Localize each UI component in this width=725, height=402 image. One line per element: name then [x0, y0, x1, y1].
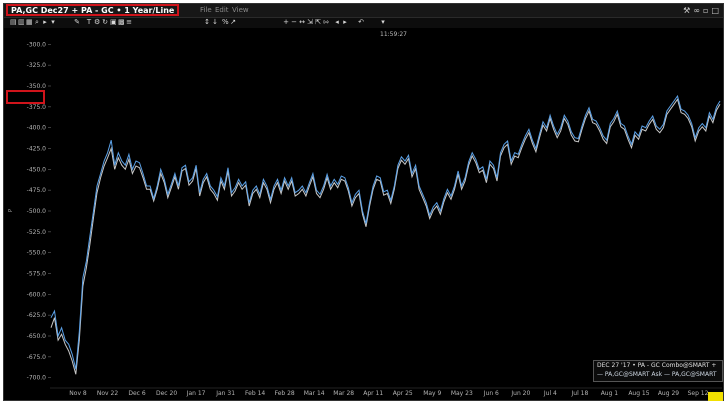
x-tick-label: Dec 6: [128, 390, 146, 397]
collapse-icon[interactable]: ⇰: [323, 19, 329, 26]
x-tick-label: Mar 14: [304, 390, 325, 397]
x-tick-label: Dec 20: [156, 390, 177, 397]
series-line-pa-gc-smart: [50, 98, 721, 375]
x-tick-label: Jun 6: [483, 390, 499, 397]
layout-icon[interactable]: ▣: [110, 19, 117, 26]
y-tick-label: -675.0: [27, 354, 47, 361]
y-tick-label: -625.0: [27, 312, 47, 319]
text-icon[interactable]: T: [86, 19, 92, 26]
x-tick-label: Aug 29: [658, 390, 679, 397]
more-icon[interactable]: ▾: [380, 19, 386, 26]
compare-icon[interactable]: ≡: [126, 19, 132, 26]
x-tick-label: Jan 17: [186, 390, 206, 397]
menu-view[interactable]: View: [232, 5, 249, 15]
y-tick-label: -350.0: [27, 83, 47, 90]
y-tick-label: -475.0: [27, 187, 47, 194]
fit-icon[interactable]: ⇲: [307, 19, 313, 26]
x-tick-label: Nov 22: [97, 390, 118, 397]
window-title[interactable]: PA,GC Dec27 + PA - GC • 1 Year/Line: [6, 4, 180, 16]
y-tick-label: -525.0: [27, 229, 47, 236]
pan-icon[interactable]: ↔: [299, 19, 305, 26]
y-tick-label: -600.0: [27, 291, 47, 298]
zoom-out-icon[interactable]: −: [291, 19, 297, 26]
y-tick-label: -375.0: [27, 104, 47, 111]
x-tick-label: Aug 1: [601, 390, 619, 397]
y-tick-label: -300.0: [27, 41, 47, 48]
chart-window: PA,GC Dec27 + PA - GC • 1 Year/Line File…: [3, 3, 724, 401]
zoom-icon[interactable]: ⌕: [34, 19, 40, 26]
window-controls: ⚒ ∞ ▫ □: [683, 4, 719, 17]
legend-series: — PA,GC@SMART Ask — PA,GC@SMART: [597, 371, 717, 378]
settings-icon[interactable]: ⚙: [94, 19, 100, 26]
x-tick-label: May 9: [423, 390, 441, 397]
scale-icon[interactable]: ↕: [204, 19, 210, 26]
close-icon[interactable]: □: [711, 6, 719, 16]
next-icon[interactable]: ▸: [342, 19, 348, 26]
x-tick-label: Feb 28: [275, 390, 295, 397]
pct-icon[interactable]: %: [222, 19, 229, 26]
minimize-icon[interactable]: ▫: [703, 6, 708, 16]
highlighted-tick-box: [6, 90, 45, 104]
y-tick-label: -575.0: [27, 271, 47, 278]
wrench-icon[interactable]: ⚒: [683, 6, 690, 16]
x-tick-label: Apr 11: [363, 390, 383, 397]
y-tick-label: -650.0: [27, 333, 47, 340]
toolbar: ▤ ▥ ▦ ⌕ ▸ ▾ ✎ T ⚙ ↻ ▣ ▩ ≡ ↕ ↓% ↗ + − ↔ ⇲ ⇱ ⇰ ◂ ▸ ↶ ▾: [4, 18, 723, 28]
y-tick-label: -325.0: [27, 62, 47, 69]
menu-file[interactable]: File: [200, 5, 212, 15]
x-tick-label: Mar 28: [333, 390, 354, 397]
undo-icon[interactable]: ↶: [358, 19, 364, 26]
bar-icon[interactable]: ▥: [18, 19, 25, 26]
y-tick-label: -500.0: [27, 208, 47, 215]
x-tick-label: Jul 4: [543, 390, 557, 397]
x-tick-label: Nov 8: [69, 390, 87, 397]
chart-type-icon[interactable]: ▤: [10, 19, 17, 26]
y-tick-label: -425.0: [27, 146, 47, 153]
title-bar: PA,GC Dec27 + PA - GC • 1 Year/Line File…: [4, 4, 723, 18]
expand-icon[interactable]: ⇱: [315, 19, 321, 26]
y-tick-label: -700.0: [27, 375, 47, 382]
x-tick-label: Aug 15: [628, 390, 649, 397]
legend: DEC 27 '17 • PA - GC Combo@SMART + — PA,…: [593, 360, 723, 382]
refresh-icon[interactable]: ↻: [102, 19, 108, 26]
legend-title: DEC 27 '17 • PA - GC Combo@SMART +: [597, 362, 717, 369]
x-tick-label: Feb 14: [245, 390, 265, 397]
price-chart[interactable]: -300.0 -325.0 -350.0 -375.0 -400.0 -425.0 -450…: [4, 28, 723, 398]
link-icon[interactable]: ∞: [693, 6, 700, 16]
x-tick-label: Jun 20: [510, 390, 530, 397]
prev-icon[interactable]: ◂: [334, 19, 340, 26]
y-tick-label: -550.0: [27, 250, 47, 257]
trend-icon[interactable]: ↗: [230, 19, 236, 26]
x-tick-label: Jul 18: [571, 390, 589, 397]
series-line-pa-gc-smart-ask: [50, 94, 721, 370]
zoom-in-icon[interactable]: +: [283, 19, 289, 26]
x-tick-label: Jan 31: [215, 390, 235, 397]
print-icon[interactable]: ▦: [26, 19, 33, 26]
y-tick-label: -450.0: [27, 166, 47, 173]
grid-icon[interactable]: ▩: [118, 19, 125, 26]
x-tick-label: Sep 12: [688, 390, 709, 397]
y-tick-label: -400.0: [27, 125, 47, 132]
x-tick-label: Apr 25: [393, 390, 413, 397]
dropdown-icon[interactable]: ▾: [50, 19, 56, 26]
x-tick-label: May 23: [451, 390, 473, 397]
cursor-icon[interactable]: ▸: [42, 19, 48, 26]
menu-edit[interactable]: Edit: [215, 5, 229, 15]
log-icon[interactable]: ↓: [212, 19, 218, 26]
draw-icon[interactable]: ✎: [74, 19, 80, 26]
date-badge: [708, 392, 723, 401]
